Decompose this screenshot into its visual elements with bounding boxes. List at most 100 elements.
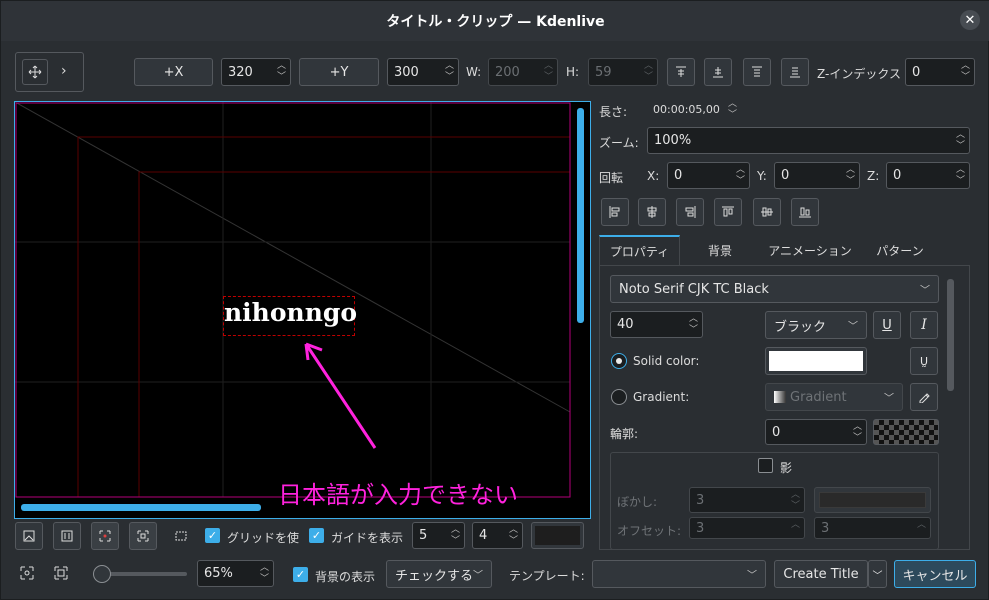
rotation-x-label: X: xyxy=(647,169,660,183)
zoom-input[interactable]: 100% ︿ ﹀ xyxy=(647,127,970,154)
center-guides-icon[interactable] xyxy=(91,522,119,550)
duration-value[interactable]: 00:00:05,00 xyxy=(653,103,720,116)
chevron-down-icon: ﹀ xyxy=(473,570,483,582)
show-background-checkbox[interactable]: ✓ xyxy=(293,567,308,582)
italic-icon[interactable]: I xyxy=(910,311,938,339)
grid-checkbox[interactable]: ✓ xyxy=(205,528,220,543)
spin-arrows-icon[interactable]: ︿ ﹀ xyxy=(644,61,653,83)
window-title: タイトル・クリップ — Kdenlive xyxy=(386,14,605,30)
rotation-z-input[interactable]: 0 ︿ ﹀ xyxy=(886,162,970,189)
align-top-edge-icon[interactable] xyxy=(714,198,742,226)
spin-arrows-icon[interactable]: ︿ ﹀ xyxy=(853,422,862,444)
blur-input[interactable]: 3 ︿ ﹀ xyxy=(689,487,805,513)
outline-width-input[interactable]: 0 ︿ ﹀ xyxy=(765,419,867,445)
select-tool-icon[interactable] xyxy=(22,59,48,85)
plus-x-button[interactable]: +X xyxy=(134,58,213,86)
raise-to-top-icon[interactable] xyxy=(743,58,771,86)
shadow-color-picker[interactable] xyxy=(814,487,931,513)
zoom-percent-input[interactable]: 65% ︿ ﹀ xyxy=(197,560,274,587)
cancel-button[interactable]: キャンセル xyxy=(894,560,976,588)
template-select[interactable]: ﹀ xyxy=(592,560,766,588)
font-family-select[interactable]: Noto Serif CJK TC Black ﹀ xyxy=(610,275,939,303)
insert-image-icon[interactable] xyxy=(15,522,43,550)
gradient-value: Gradient xyxy=(790,389,847,405)
align-top-icon[interactable] xyxy=(667,58,695,86)
plus-y-button[interactable]: +Y xyxy=(299,58,379,86)
panel-scrollbar[interactable] xyxy=(947,279,954,391)
z-index-input[interactable]: 0 ︿ ﹀ xyxy=(905,58,975,86)
rotation-x-input[interactable]: 0 ︿ ﹀ xyxy=(667,162,750,189)
outline-color-picker[interactable] xyxy=(873,419,939,445)
spin-arrows-icon[interactable]: ︿ ﹀ xyxy=(689,314,698,336)
tab-pattern[interactable]: パターン xyxy=(864,235,936,265)
guide-v-input[interactable]: 4 ︿ ﹀ xyxy=(472,522,523,549)
solid-color-picker[interactable] xyxy=(765,347,867,375)
chevron-right-icon[interactable]: › xyxy=(61,63,67,79)
zoom-fit-icon[interactable] xyxy=(19,565,35,584)
offset-y-input[interactable]: 3 ︿ xyxy=(814,517,931,539)
align-bottom-edge-icon[interactable] xyxy=(791,198,819,226)
tab-animation[interactable]: アニメーション xyxy=(760,235,860,265)
x-position-input[interactable]: 320 ︿ ﹀ xyxy=(221,58,291,86)
align-hcenter-icon[interactable] xyxy=(638,198,666,226)
solid-color-radio[interactable] xyxy=(611,353,627,369)
shadow-checkbox[interactable] xyxy=(758,458,773,473)
height-input[interactable]: 59 ︿ ﹀ xyxy=(588,58,658,86)
spin-arrows-icon[interactable]: ︿ ﹀ xyxy=(956,165,965,187)
offset-x-value: 3 xyxy=(696,520,705,536)
spin-arrows-icon[interactable]: ︿ ﹀ xyxy=(277,61,286,83)
background-style-select[interactable]: チェックする ﹀ xyxy=(386,560,492,588)
guides-checkbox[interactable]: ✓ xyxy=(309,528,324,543)
zoom-original-icon[interactable] xyxy=(53,565,69,584)
spin-arrows-icon[interactable]: ︿ ﹀ xyxy=(544,61,553,83)
tab-properties[interactable]: プロパティ xyxy=(599,235,680,265)
guide-h-input[interactable]: 5 ︿ ﹀ xyxy=(412,522,465,549)
select-rect-icon[interactable] xyxy=(167,522,195,550)
snap-guides-icon[interactable] xyxy=(129,522,157,550)
gradient-select[interactable]: Gradient ﹀ xyxy=(765,383,903,411)
spin-arrows-icon[interactable]: ︿ ﹀ xyxy=(956,130,965,152)
zoom-slider-handle[interactable] xyxy=(93,565,112,583)
insert-text-icon[interactable] xyxy=(53,522,81,550)
align-vcenter-icon[interactable] xyxy=(753,198,781,226)
all-caps-icon[interactable]: Ṵ xyxy=(910,347,938,375)
title-canvas[interactable]: nihonngo 日本語が入力できない xyxy=(14,101,591,519)
align-right-icon[interactable] xyxy=(676,198,704,226)
create-title-menu-chevron-icon[interactable]: ﹀ xyxy=(868,560,887,588)
create-title-button[interactable]: Create Title xyxy=(774,560,868,588)
close-icon[interactable]: ✕ xyxy=(960,10,980,30)
guide-v-value: 4 xyxy=(479,528,488,543)
zoom-slider[interactable] xyxy=(93,565,187,583)
spin-arrows-icon[interactable]: ︿ ﹀ xyxy=(846,165,855,187)
canvas-text[interactable]: nihonngo xyxy=(224,298,357,327)
spin-arrows-icon[interactable]: ︿ ﹀ xyxy=(451,525,460,547)
spin-arrows-icon[interactable]: ︿ ﹀ xyxy=(791,490,800,512)
spin-arrows-icon[interactable]: ︿ xyxy=(791,520,800,531)
guide-color-picker[interactable] xyxy=(531,522,584,549)
arrow-icon xyxy=(304,342,377,449)
show-background-label: 背景の表示 xyxy=(315,570,376,584)
edit-gradient-icon[interactable] xyxy=(910,383,938,411)
lower-to-bottom-icon[interactable] xyxy=(781,58,809,86)
background-style-value: チェックする xyxy=(395,568,474,584)
spin-arrows-icon[interactable]: ︿ ﹀ xyxy=(445,61,454,83)
spin-arrows-icon[interactable]: ︿ xyxy=(917,520,926,531)
spin-arrows-icon[interactable]: ︿ ﹀ xyxy=(736,165,745,187)
y-position-input[interactable]: 300 ︿ ﹀ xyxy=(387,58,459,86)
align-left-icon[interactable] xyxy=(601,198,629,226)
underline-icon[interactable]: U xyxy=(873,311,901,339)
width-input[interactable]: 200 ︿ ﹀ xyxy=(488,58,558,86)
font-size-input[interactable]: 40 ︿ ﹀ xyxy=(610,311,703,338)
rotation-y-input[interactable]: 0 ︿ ﹀ xyxy=(774,162,860,189)
grid-label: グリッドを使 xyxy=(227,531,300,545)
tab-background[interactable]: 背景 xyxy=(684,235,756,265)
offset-y-value: 3 xyxy=(821,520,830,536)
duration-spin-icon[interactable]: ︿ ﹀ xyxy=(728,99,737,121)
align-bottom-icon[interactable] xyxy=(704,58,732,86)
gradient-radio[interactable] xyxy=(611,389,627,405)
spin-arrows-icon[interactable]: ︿ ﹀ xyxy=(260,563,269,585)
spin-arrows-icon[interactable]: ︿ ﹀ xyxy=(961,61,970,83)
font-weight-select[interactable]: ブラック ﹀ xyxy=(765,311,867,339)
offset-x-input[interactable]: 3 ︿ xyxy=(689,517,805,539)
spin-arrows-icon[interactable]: ︿ ﹀ xyxy=(509,525,518,547)
